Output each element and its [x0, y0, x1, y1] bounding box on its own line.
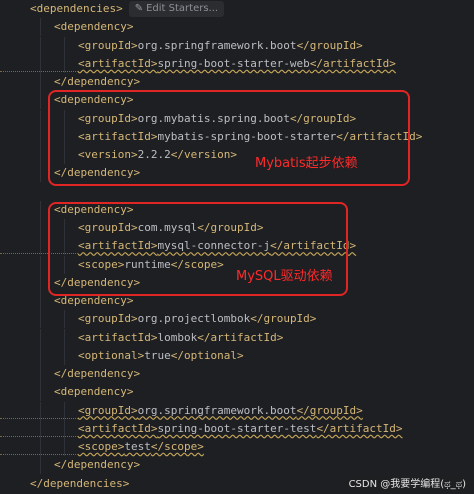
code-line[interactable]: <artifactId>spring-boot-starter-web</art…	[0, 54, 474, 73]
code-text: <dependency>	[54, 385, 134, 399]
indent-guide	[40, 164, 41, 183]
code-line[interactable]: <groupId>org.springframework.boot</group…	[0, 36, 474, 55]
indent-guide	[40, 73, 41, 91]
indent-guide	[64, 346, 65, 365]
pencil-icon: ✎	[134, 3, 144, 14]
code-text: <dependency>	[54, 20, 134, 34]
csdn-watermark: CSDN @我要学编程(ಥ_ಥ)	[346, 475, 468, 490]
indent-guide	[40, 456, 41, 475]
code-text: <groupId>org.projectlombok</groupId>	[78, 312, 317, 326]
code-line[interactable]: <artifactId>spring-boot-starter-test</ar…	[0, 419, 474, 438]
code-text: </dependency>	[54, 458, 141, 472]
code-line[interactable]: <scope>test</scope>	[0, 438, 474, 456]
warning-marker	[0, 70, 78, 72]
indent-guide	[40, 255, 41, 274]
indent-guide	[64, 310, 65, 329]
indent-guide	[64, 328, 65, 347]
warning-marker	[0, 435, 78, 437]
indent-guide	[40, 219, 41, 237]
code-line[interactable]: </dependency>	[0, 456, 474, 475]
code-line[interactable]: <dependency>	[0, 18, 474, 37]
code-text: <groupId>org.springframework.boot</group…	[78, 403, 363, 417]
code-text: <artifactId>spring-boot-starter-test</ar…	[78, 421, 403, 435]
mybatis-highlight-box	[48, 90, 410, 186]
code-line[interactable]: </dependency>	[0, 365, 474, 383]
code-line[interactable]: <dependencies> ✎ Edit Starters...	[0, 0, 474, 18]
indent-guide	[40, 18, 41, 37]
edit-starters-hint[interactable]: ✎ Edit Starters...	[128, 1, 225, 17]
code-text: </dependency>	[54, 367, 141, 380]
code-line[interactable]: </dependency>	[0, 73, 474, 91]
indent-guide	[40, 365, 41, 383]
code-text: <artifactId>spring-boot-starter-web</art…	[78, 56, 396, 70]
indent-guide	[40, 383, 41, 402]
code-text: <artifactId>lombok</artifactId>	[78, 330, 284, 344]
indent-guide	[40, 273, 41, 292]
indent-guide	[40, 310, 41, 329]
mysql-annotation: MySQL驱动依赖	[236, 269, 333, 284]
code-line[interactable]: <optional>true</optional>	[0, 346, 474, 365]
edit-starters-label: Edit Starters...	[146, 3, 219, 14]
warning-marker	[0, 417, 78, 419]
code-text: <groupId>org.springframework.boot</group…	[78, 38, 363, 52]
code-line[interactable]: <groupId>org.projectlombok</groupId>	[0, 310, 474, 329]
indent-guide	[40, 127, 41, 146]
indent-guide	[40, 146, 41, 164]
indent-guide	[40, 346, 41, 365]
indent-guide	[40, 91, 41, 110]
warning-marker	[0, 453, 78, 455]
indent-guide	[40, 200, 41, 219]
indent-guide	[40, 36, 41, 55]
code-line[interactable]: <groupId>org.springframework.boot</group…	[0, 401, 474, 420]
code-line[interactable]: <artifactId>lombok</artifactId>	[0, 328, 474, 347]
indent-guide	[64, 36, 65, 55]
code-text: <dependencies> ✎ Edit Starters...	[30, 0, 225, 18]
indent-guide	[40, 292, 41, 310]
code-text: <optional>true</optional>	[78, 348, 244, 362]
indent-guide	[40, 328, 41, 347]
code-text: <scope>test</scope>	[78, 440, 204, 453]
code-text: </dependency>	[54, 75, 141, 88]
code-line[interactable]: <dependency>	[0, 383, 474, 402]
mybatis-annotation: Mybatis起步依赖	[255, 156, 358, 171]
indent-guide	[40, 109, 41, 128]
code-text: </dependencies>	[30, 476, 130, 490]
